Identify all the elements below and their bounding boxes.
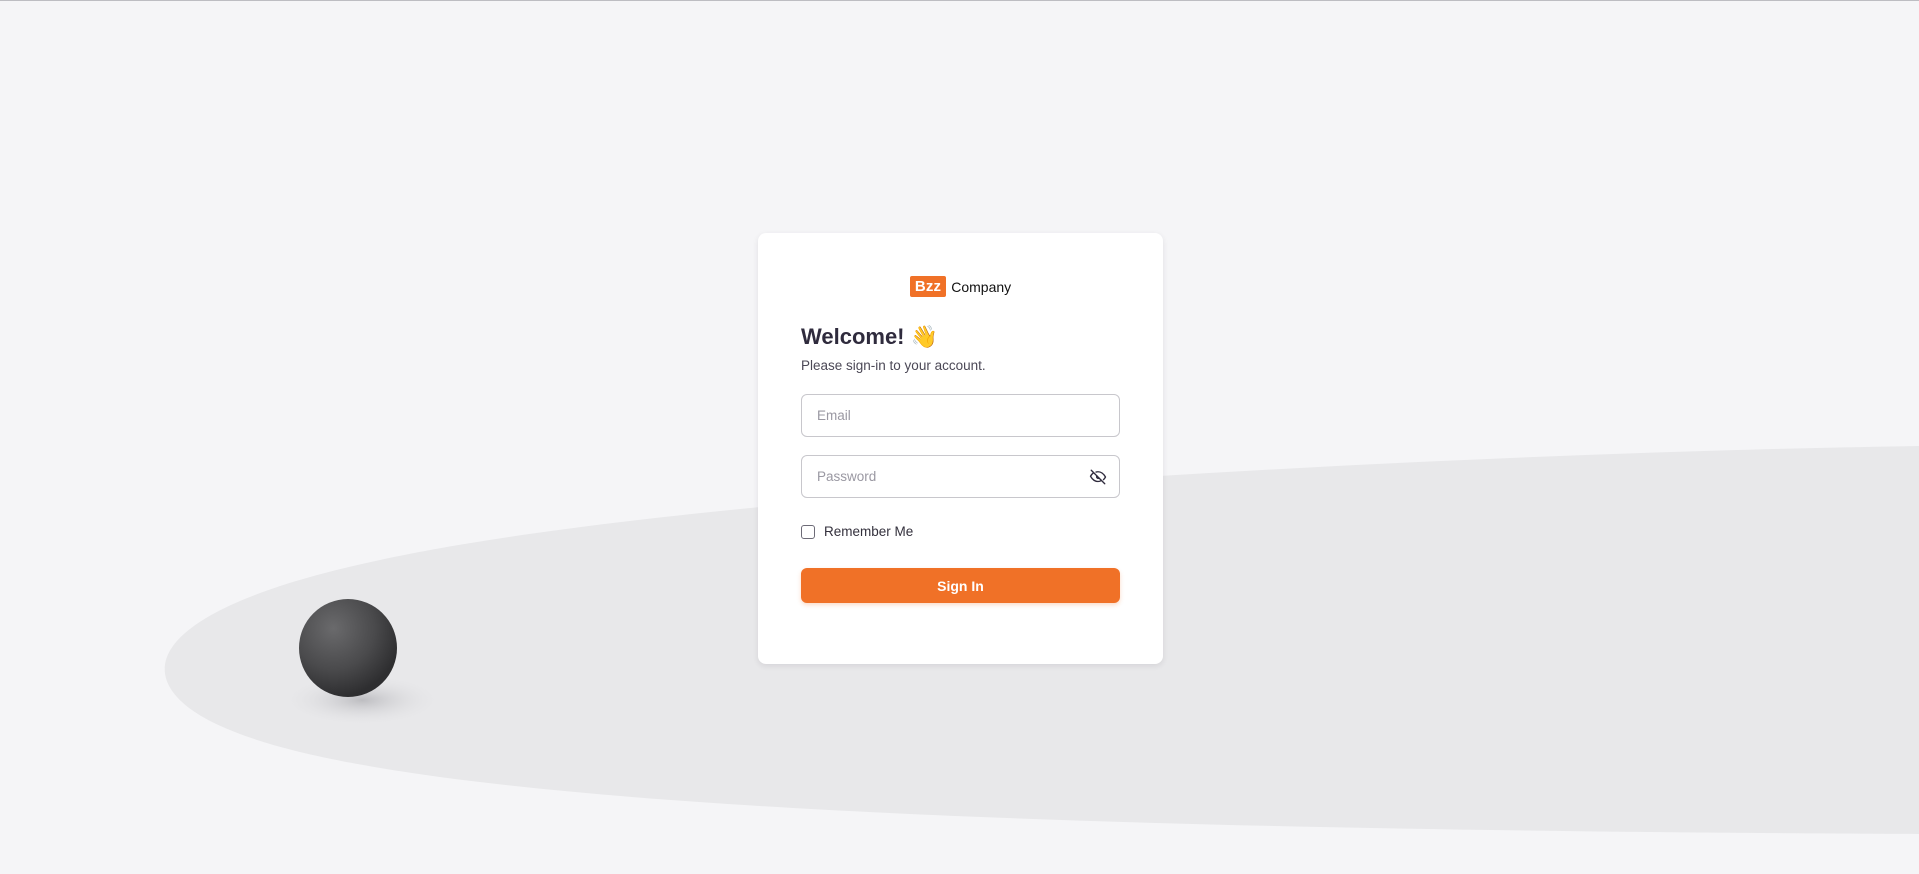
ball <box>299 599 397 697</box>
password-field-wrapper <box>801 455 1120 498</box>
remember-me-checkbox[interactable] <box>801 524 815 539</box>
brand-badge: Bzz <box>909 276 947 297</box>
welcome-subtitle: Please sign-in to your account. <box>801 358 986 373</box>
brand-logo: Bzz Company <box>758 276 1163 297</box>
login-card: Bzz Company Welcome! 👋 Please sign-in to… <box>758 233 1163 664</box>
email-field-wrapper <box>801 394 1120 437</box>
eye-off-icon[interactable] <box>1089 468 1107 486</box>
password-field[interactable] <box>802 456 1119 497</box>
remember-me-label: Remember Me <box>824 524 914 539</box>
brand-name: Company <box>951 278 1012 295</box>
email-field[interactable] <box>802 395 1119 436</box>
welcome-title: Welcome! 👋 <box>801 324 939 349</box>
remember-me[interactable]: Remember Me <box>801 524 913 539</box>
sign-in-button[interactable]: Sign In <box>801 568 1120 603</box>
